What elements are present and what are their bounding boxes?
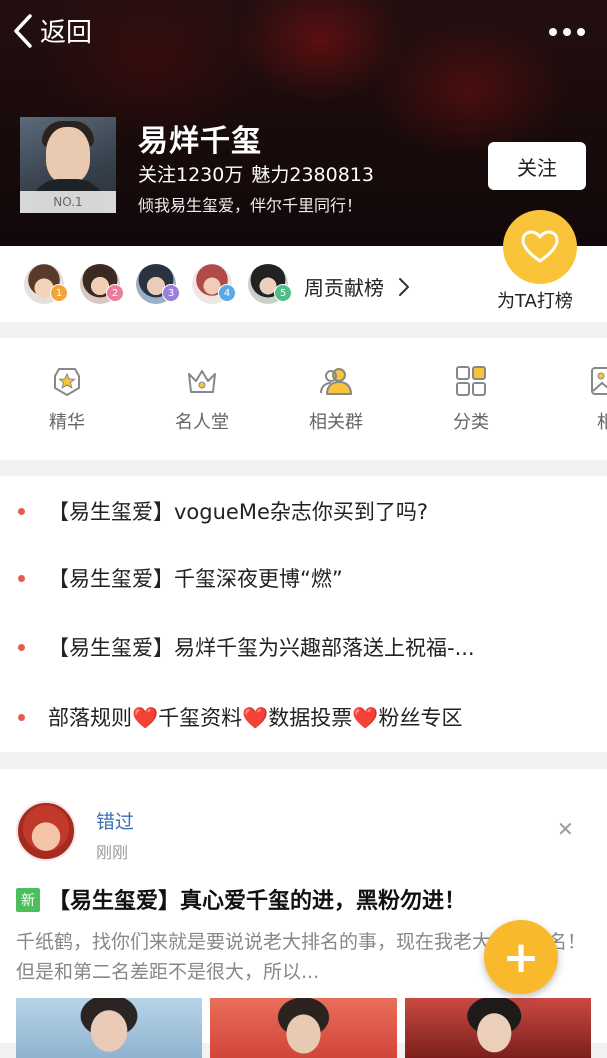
nav-label: 分类 [453,412,489,433]
close-icon[interactable]: ✕ [557,817,574,841]
charm-count: 魅力2380813 [251,164,374,186]
heart-icon [521,230,559,263]
avatar[interactable] [16,801,76,861]
announcement-list: 【易生玺爱】vogueMe杂志你买到了吗? 【易生玺爱】千玺深夜更博“燃” 【易… [0,476,607,752]
image-icon [591,367,607,395]
announcement-text: 部落规则❤️千玺资料❤️数据投票❤️粉丝专区 [48,706,463,730]
nav-item-hall-of-fame[interactable]: 名人堂 [157,364,247,434]
tribe-header: 返回 NO.1 易烊千玺 关注1230万 魅力2380813 倾我易生玺爱，伴尔千… [0,0,607,246]
crown-icon [188,370,216,393]
list-item[interactable]: 部落规则❤️千玺资料❤️数据投票❤️粉丝专区 [0,697,607,737]
tribe-stats: 关注1230万 魅力2380813 [138,160,374,187]
bullet-dot [18,507,25,515]
group-icon [320,368,352,395]
post-time: 刚刚 [96,843,129,862]
rank-badge: 4 [218,284,236,302]
nav-label: 名人堂 [175,412,229,433]
nav-item-groups[interactable]: 相关群 [291,364,381,434]
announcement-text: 【易生玺爱】vogueMe杂志你买到了吗? [48,500,429,524]
bullet-dot [18,713,25,721]
rank-badge: 1 [50,284,68,302]
tribe-title: 易烊千玺 [138,124,262,159]
follow-count: 关注1230万 [138,164,244,186]
chevron-right-icon [399,277,409,296]
post-image[interactable] [16,998,203,1058]
badge-star-icon [54,368,80,396]
post-author[interactable]: 错过 [96,807,134,834]
weekly-contribution-link[interactable]: 周贡献榜 [304,272,410,301]
post-image[interactable] [210,998,397,1058]
tribe-slogan: 倾我易生玺爱，伴尔千里同行！ [138,196,363,215]
bullet-dot [18,574,25,582]
vote-heart-button[interactable] [503,210,577,284]
vote-label[interactable]: 为TA打榜 [497,287,573,313]
announcement-text: 【易生玺爱】千玺深夜更博“燃” [48,567,343,591]
rank-badge: 2 [106,284,124,302]
nav-item-photos[interactable]: 相 [561,364,607,434]
bullet-dot [18,643,25,651]
list-item[interactable]: 【易生玺爱】vogueMe杂志你买到了吗? [0,491,607,531]
post-image[interactable] [404,998,591,1058]
nav-label: 精华 [49,412,85,433]
nav-label: 相 [597,412,607,433]
nav-label: 相关群 [309,412,363,433]
post-title[interactable]: 【易生玺爱】真心爱千玺的进，黑粉勿进！ [48,883,466,915]
rank-label: NO.1 [20,191,116,213]
back-button[interactable]: 返回 [12,12,92,49]
rank-badge: 3 [162,284,180,302]
nav-item-categories[interactable]: 分类 [426,364,516,434]
nav-item-essence[interactable]: 精华 [22,364,112,434]
rank-badge: 5 [274,284,292,302]
list-item[interactable]: 【易生玺爱】易烊千玺为兴趣部落送上祝福-... [0,627,607,667]
post-images [16,998,591,1058]
weekly-label: 周贡献榜 [304,276,384,300]
grid-icon [456,366,486,396]
add-post-button[interactable]: + [484,920,558,994]
announcement-text: 【易生玺爱】易烊千玺为兴趣部落送上祝福-... [48,636,475,660]
tribe-avatar[interactable]: NO.1 [20,117,116,213]
list-item[interactable]: 【易生玺爱】千玺深夜更博“燃” [0,558,607,598]
chevron-left-icon [14,13,32,48]
more-icon[interactable] [549,28,585,36]
follow-button[interactable]: 关注 [488,142,586,190]
category-nav: 精华 名人堂 相关群 分类 相 [0,338,607,460]
back-label: 返回 [40,18,93,48]
new-badge: 新 [16,888,40,912]
